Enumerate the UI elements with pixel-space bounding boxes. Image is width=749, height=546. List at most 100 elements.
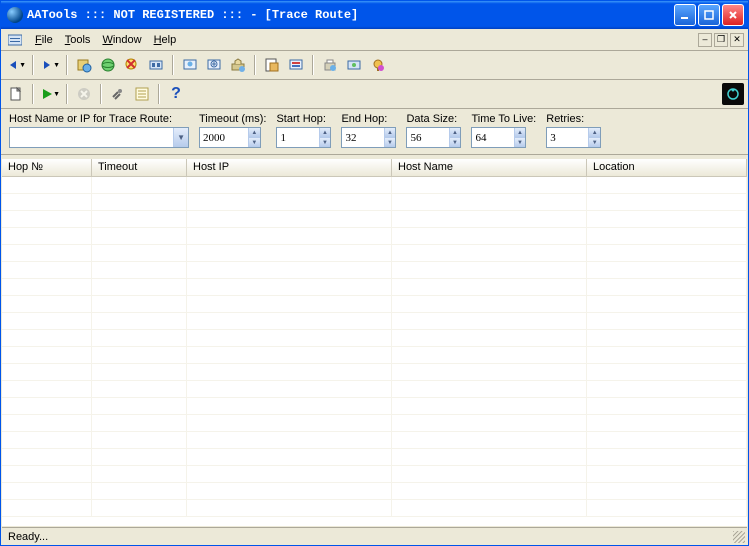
maximize-button[interactable] bbox=[698, 4, 720, 26]
table-row[interactable] bbox=[2, 415, 747, 432]
spin-up-button[interactable]: ▲ bbox=[514, 128, 526, 138]
resize-grip[interactable] bbox=[733, 531, 745, 543]
tool-button-9[interactable] bbox=[285, 54, 307, 76]
stop-button[interactable] bbox=[73, 83, 95, 105]
close-button[interactable] bbox=[722, 4, 744, 26]
table-row[interactable] bbox=[2, 177, 747, 194]
tool-button-11[interactable] bbox=[343, 54, 365, 76]
back-button[interactable]: ▼ bbox=[5, 54, 27, 76]
tool-button-1[interactable] bbox=[73, 54, 95, 76]
col-hop[interactable]: Hop № bbox=[2, 159, 92, 176]
table-row[interactable] bbox=[2, 194, 747, 211]
host-input[interactable] bbox=[10, 128, 173, 147]
table-row[interactable] bbox=[2, 211, 747, 228]
spin-down-button[interactable]: ▼ bbox=[384, 138, 396, 147]
retries-spinner[interactable]: ▲▼ bbox=[546, 127, 601, 148]
separator bbox=[100, 84, 102, 104]
forward-button[interactable]: ▼ bbox=[39, 54, 61, 76]
host-combo[interactable]: ▼ bbox=[9, 127, 189, 148]
question-icon: ? bbox=[171, 85, 181, 103]
table-row[interactable] bbox=[2, 364, 747, 381]
table-body[interactable] bbox=[2, 177, 747, 526]
datasize-spinner[interactable]: ▲▼ bbox=[406, 127, 461, 148]
menu-file[interactable]: File bbox=[29, 32, 59, 48]
spin-up-button[interactable]: ▲ bbox=[588, 128, 600, 138]
mdi-close-button[interactable]: ✕ bbox=[730, 33, 744, 47]
spin-down-button[interactable]: ▼ bbox=[588, 138, 600, 147]
minimize-button[interactable] bbox=[674, 4, 696, 26]
table-row[interactable] bbox=[2, 296, 747, 313]
tool-button-7[interactable] bbox=[227, 54, 249, 76]
table-row[interactable] bbox=[2, 330, 747, 347]
starthop-group: Start Hop: ▲▼ bbox=[276, 113, 331, 148]
spin-up-button[interactable]: ▲ bbox=[319, 128, 331, 138]
endhop-spinner[interactable]: ▲▼ bbox=[341, 127, 396, 148]
status-bar: Ready... bbox=[2, 527, 747, 545]
spin-down-button[interactable]: ▼ bbox=[514, 138, 526, 147]
table-row[interactable] bbox=[2, 432, 747, 449]
table-row[interactable] bbox=[2, 347, 747, 364]
spin-up-button[interactable]: ▲ bbox=[384, 128, 396, 138]
starthop-spinner[interactable]: ▲▼ bbox=[276, 127, 331, 148]
table-row[interactable] bbox=[2, 381, 747, 398]
window-title: AATools ::: NOT REGISTERED ::: - [Trace … bbox=[27, 8, 674, 22]
separator bbox=[158, 84, 160, 104]
starthop-input[interactable] bbox=[277, 128, 318, 147]
col-timeout[interactable]: Timeout bbox=[92, 159, 187, 176]
col-location[interactable]: Location bbox=[587, 159, 747, 176]
timeout-label: Timeout (ms): bbox=[199, 113, 266, 125]
table-row[interactable] bbox=[2, 500, 747, 517]
tool-button-2[interactable] bbox=[97, 54, 119, 76]
tool-button-5[interactable] bbox=[179, 54, 201, 76]
table-row[interactable] bbox=[2, 279, 747, 296]
spin-up-button[interactable]: ▲ bbox=[248, 128, 260, 138]
timeout-input[interactable] bbox=[200, 128, 248, 147]
endhop-input[interactable] bbox=[342, 128, 383, 147]
tool-button-4[interactable] bbox=[145, 54, 167, 76]
tool-button-3[interactable] bbox=[121, 54, 143, 76]
table-row[interactable] bbox=[2, 398, 747, 415]
tool-button-8[interactable] bbox=[261, 54, 283, 76]
datasize-input[interactable] bbox=[407, 128, 448, 147]
timeout-spinner[interactable]: ▲▼ bbox=[199, 127, 261, 148]
spin-down-button[interactable]: ▼ bbox=[248, 138, 260, 147]
help-button[interactable]: ? bbox=[165, 83, 187, 105]
tool-button-12[interactable] bbox=[367, 54, 389, 76]
toolbar-main: ▼ ▼ bbox=[1, 51, 748, 80]
col-hostname[interactable]: Host Name bbox=[392, 159, 587, 176]
table-row[interactable] bbox=[2, 466, 747, 483]
dropdown-arrow-icon: ▼ bbox=[53, 91, 60, 98]
ttl-input[interactable] bbox=[472, 128, 513, 147]
table-row[interactable] bbox=[2, 483, 747, 500]
new-button[interactable] bbox=[5, 83, 27, 105]
table-header: Hop № Timeout Host IP Host Name Location bbox=[2, 159, 747, 177]
combo-dropdown-button[interactable]: ▼ bbox=[173, 128, 188, 147]
table-row[interactable] bbox=[2, 262, 747, 279]
settings-button[interactable] bbox=[107, 83, 129, 105]
menu-tools[interactable]: Tools bbox=[59, 32, 97, 48]
table-row[interactable] bbox=[2, 228, 747, 245]
table-row[interactable] bbox=[2, 245, 747, 262]
menu-help[interactable]: Help bbox=[148, 32, 183, 48]
app-menu-icon[interactable] bbox=[7, 32, 23, 48]
retries-group: Retries: ▲▼ bbox=[546, 113, 601, 148]
toolbar-actions: ▼ ? bbox=[1, 80, 748, 109]
separator bbox=[172, 55, 174, 75]
tool-button-6[interactable] bbox=[203, 54, 225, 76]
table-row[interactable] bbox=[2, 313, 747, 330]
menu-window[interactable]: Window bbox=[96, 32, 147, 48]
spin-down-button[interactable]: ▼ bbox=[319, 138, 331, 147]
tool-button-10[interactable] bbox=[319, 54, 341, 76]
status-text: Ready... bbox=[8, 531, 48, 543]
col-hostip[interactable]: Host IP bbox=[187, 159, 392, 176]
separator bbox=[32, 55, 34, 75]
run-button[interactable]: ▼ bbox=[39, 83, 61, 105]
spin-down-button[interactable]: ▼ bbox=[449, 138, 461, 147]
mdi-minimize-button[interactable]: ‒ bbox=[698, 33, 712, 47]
spin-up-button[interactable]: ▲ bbox=[449, 128, 461, 138]
table-row[interactable] bbox=[2, 449, 747, 466]
ttl-spinner[interactable]: ▲▼ bbox=[471, 127, 526, 148]
mdi-restore-button[interactable]: ❐ bbox=[714, 33, 728, 47]
retries-input[interactable] bbox=[547, 128, 588, 147]
list-button[interactable] bbox=[131, 83, 153, 105]
